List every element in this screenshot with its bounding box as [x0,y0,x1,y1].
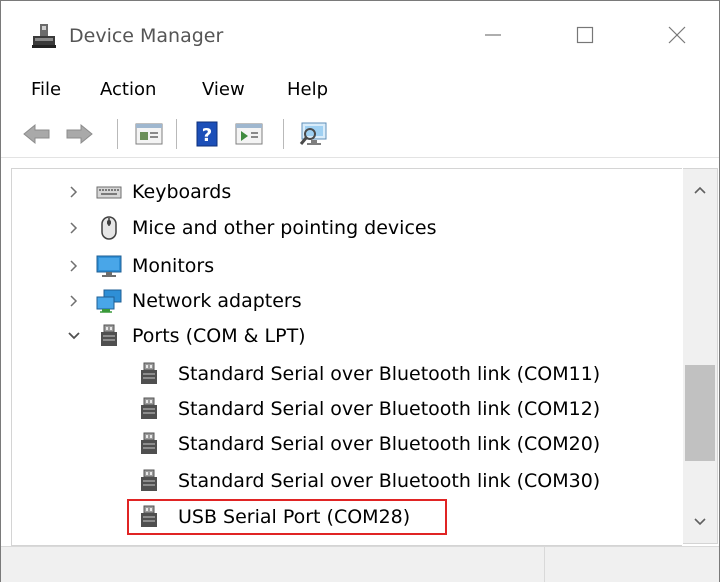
back-arrow-icon [23,123,50,145]
network-adapter-icon [96,289,122,313]
port-icon [141,397,157,419]
forward-button[interactable] [63,118,95,150]
close-icon [668,26,686,44]
tree-node-label: Monitors [132,255,215,277]
tree-node-network-adapters[interactable]: Network adapters [12,284,682,318]
device-manager-icon [31,23,57,49]
tree-leaf-port[interactable]: Standard Serial over Bluetooth link (COM… [12,392,682,426]
menu-bar: File Action View Help [1,71,719,109]
scrollbar-thumb[interactable] [685,365,715,461]
help-button[interactable]: ? [191,118,223,150]
toolbar-separator [283,119,284,149]
update-driver-icon [235,123,263,145]
mouse-icon [101,216,117,240]
forward-arrow-icon [66,123,93,145]
device-manager-window: Device Manager File Action View Help ? K… [0,0,720,582]
chevron-right-icon[interactable] [65,219,83,237]
monitor-icon [96,255,122,277]
properties-icon [135,123,163,145]
vertical-scrollbar[interactable] [683,168,718,544]
properties-button[interactable] [133,118,165,150]
tree-leaf-label: Standard Serial over Bluetooth link (COM… [178,433,601,455]
device-tree[interactable]: Keyboards Mice and other pointing device… [11,168,682,546]
toolbar-separator [176,119,177,149]
toolbar-separator [117,119,118,149]
menu-help[interactable]: Help [287,77,328,103]
tree-leaf-port[interactable]: Standard Serial over Bluetooth link (COM… [12,357,682,391]
tree-leaf-port[interactable]: Standard Serial over Bluetooth link (COM… [12,427,682,461]
status-pane [545,547,719,582]
tree-node-label: Network adapters [132,290,302,312]
tree-leaf-label: Standard Serial over Bluetooth link (COM… [178,363,601,385]
menu-action[interactable]: Action [100,77,156,103]
tree-node-mice[interactable]: Mice and other pointing devices [12,211,682,245]
tree-node-ports[interactable]: Ports (COM & LPT) [12,319,682,353]
tree-node-label: Ports (COM & LPT) [132,325,306,347]
back-button[interactable] [21,118,53,150]
status-bar [1,546,719,582]
menu-view[interactable]: View [202,77,245,103]
tree-node-label: Mice and other pointing devices [132,217,437,239]
tree-leaf-port[interactable]: Standard Serial over Bluetooth link (COM… [12,464,682,498]
port-icon [141,362,157,384]
help-icon: ? [196,121,218,147]
maximize-button[interactable] [557,11,613,59]
tree-node-label: Keyboards [132,181,232,203]
tree-node-monitors[interactable]: Monitors [12,249,682,283]
chevron-right-icon[interactable] [65,257,83,275]
svg-text:?: ? [202,125,212,146]
tree-leaf-label: Standard Serial over Bluetooth link (COM… [178,470,601,492]
port-icon [141,432,157,454]
tree-leaf-label: Standard Serial over Bluetooth link (COM… [178,398,601,420]
scroll-up-icon[interactable] [691,181,709,199]
highlight-box [127,499,447,535]
chevron-down-icon[interactable] [65,327,83,345]
tree-node-keyboards[interactable]: Keyboards [12,175,682,209]
close-button[interactable] [649,11,705,59]
keyboard-icon [96,186,122,199]
chevron-right-icon[interactable] [65,292,83,310]
port-icon [101,324,117,346]
scan-hardware-button[interactable] [298,118,330,150]
scan-hardware-icon [299,122,327,145]
maximize-icon [576,26,594,44]
menu-file[interactable]: File [31,77,61,103]
minimize-button[interactable] [465,11,521,59]
window-title: Device Manager [69,25,224,47]
update-driver-button[interactable] [233,118,265,150]
toolbar: ? [1,111,719,158]
minimize-icon [485,34,501,36]
status-pane [1,547,545,582]
port-icon [141,469,157,491]
title-bar[interactable]: Device Manager [1,1,719,71]
chevron-right-icon[interactable] [65,183,83,201]
scroll-down-icon[interactable] [691,513,709,531]
